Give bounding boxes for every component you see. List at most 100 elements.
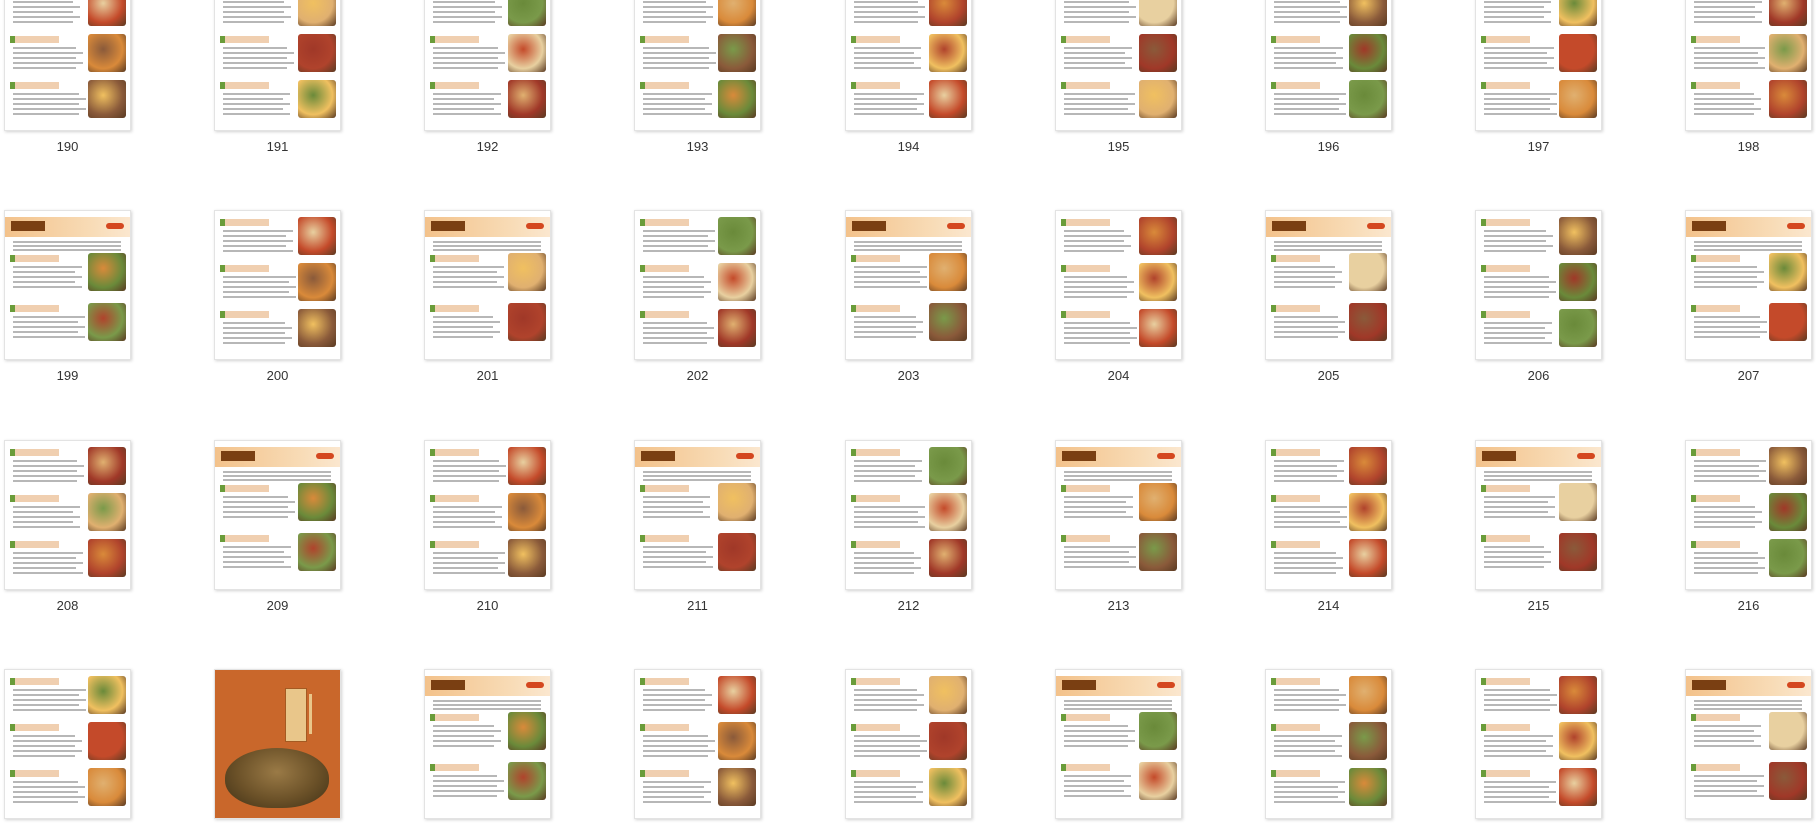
section-header-band — [1686, 217, 1811, 237]
page-preview-image[interactable] — [845, 210, 972, 360]
page-thumbnail[interactable]: 212 — [845, 440, 972, 613]
page-preview-image[interactable] — [1055, 440, 1182, 590]
page-preview-image[interactable] — [1475, 440, 1602, 590]
page-preview-image[interactable] — [845, 669, 972, 819]
recipe-text-line — [13, 276, 82, 278]
food-photo — [88, 722, 126, 760]
recipe-text-line — [1274, 62, 1336, 64]
page-thumbnail[interactable]: 196 — [1265, 0, 1392, 154]
page-preview-image[interactable] — [1055, 210, 1182, 360]
page-preview-image[interactable] — [4, 0, 131, 131]
food-photo — [1139, 34, 1177, 72]
page-thumbnail[interactable]: 205 — [1265, 210, 1392, 383]
page-thumbnail[interactable]: 204 — [1055, 210, 1182, 383]
page-preview-image[interactable] — [424, 0, 551, 131]
page-thumbnail[interactable]: 207 — [1685, 210, 1812, 383]
recipe-text-line — [1484, 103, 1557, 105]
page-preview-image[interactable] — [4, 669, 131, 819]
page-preview-image[interactable] — [214, 0, 341, 131]
page-thumbnail[interactable] — [1265, 669, 1392, 823]
page-preview-image[interactable] — [1265, 210, 1392, 360]
page-thumbnail[interactable]: 209 — [214, 440, 341, 613]
page-preview-image[interactable] — [1055, 669, 1182, 819]
food-photo — [1769, 303, 1807, 341]
page-preview-image[interactable] — [1685, 669, 1812, 819]
page-thumbnail[interactable]: 199 — [4, 210, 131, 383]
page-thumbnail[interactable] — [845, 669, 972, 823]
page-thumbnail[interactable]: 201 — [424, 210, 551, 383]
page-thumbnail[interactable] — [424, 669, 551, 823]
intro-text-line — [433, 241, 541, 243]
page-thumbnail[interactable] — [214, 669, 341, 823]
section-badge — [947, 223, 965, 229]
page-thumbnail[interactable]: 213 — [1055, 440, 1182, 613]
page-thumbnail[interactable]: 193 — [634, 0, 761, 154]
recipe-text-line — [1694, 52, 1758, 54]
food-photo — [1139, 762, 1177, 800]
page-preview-image[interactable] — [1685, 210, 1812, 360]
page-preview-image[interactable] — [634, 0, 761, 131]
page-thumbnail[interactable] — [1055, 669, 1182, 823]
page-preview-image[interactable] — [424, 669, 551, 819]
recipe-title-bar — [1061, 36, 1110, 43]
page-preview-image[interactable] — [1475, 0, 1602, 131]
recipe-text-line — [643, 786, 704, 788]
page-preview-image[interactable] — [4, 440, 131, 590]
recipe-text-line — [433, 780, 504, 782]
page-preview-image[interactable] — [214, 669, 341, 819]
page-thumbnail[interactable]: 195 — [1055, 0, 1182, 154]
page-thumbnail[interactable] — [634, 669, 761, 823]
page-preview-image[interactable] — [1265, 669, 1392, 819]
recipe-text-line — [1484, 281, 1556, 283]
food-photo — [1559, 34, 1597, 72]
page-preview-image[interactable] — [1265, 440, 1392, 590]
page-thumbnail[interactable]: 210 — [424, 440, 551, 613]
recipe-text-line — [1274, 557, 1343, 559]
page-preview-image[interactable] — [1475, 210, 1602, 360]
page-preview-image[interactable] — [634, 669, 761, 819]
page-preview-image[interactable] — [845, 0, 972, 131]
recipe-text-line — [13, 750, 82, 752]
page-thumbnail[interactable]: 211 — [634, 440, 761, 613]
page-preview-image[interactable] — [1475, 669, 1602, 819]
page-preview-image[interactable] — [1265, 0, 1392, 131]
page-preview-image[interactable] — [1055, 0, 1182, 131]
page-preview-image[interactable] — [845, 440, 972, 590]
recipe-text-line — [1484, 1, 1551, 3]
page-thumbnail[interactable]: 192 — [424, 0, 551, 154]
page-thumbnail[interactable]: 206 — [1475, 210, 1602, 383]
page-thumbnail[interactable] — [4, 669, 131, 823]
recipe-text-line — [1694, 331, 1767, 333]
page-preview-image[interactable] — [1685, 440, 1812, 590]
page-preview-image[interactable] — [424, 440, 551, 590]
recipe-text-line — [1274, 516, 1347, 518]
page-preview-image[interactable] — [1685, 0, 1812, 131]
page-thumbnail[interactable]: 215 — [1475, 440, 1602, 613]
page-preview-image[interactable] — [214, 440, 341, 590]
page-thumbnail[interactable] — [1685, 669, 1812, 823]
page-thumbnail[interactable]: 214 — [1265, 440, 1392, 613]
page-thumbnail[interactable]: 203 — [845, 210, 972, 383]
page-thumbnail[interactable]: 208 — [4, 440, 131, 613]
page-preview-image[interactable] — [4, 210, 131, 360]
page-thumbnail[interactable]: 200 — [214, 210, 341, 383]
page-thumbnail[interactable]: 191 — [214, 0, 341, 154]
page-thumbnail[interactable]: 198 — [1685, 0, 1812, 154]
page-preview-image[interactable] — [214, 210, 341, 360]
recipe-text-line — [854, 67, 921, 69]
page-thumbnail[interactable]: 194 — [845, 0, 972, 154]
cover-subtitle-strip — [309, 694, 312, 734]
page-preview-image[interactable] — [634, 210, 761, 360]
section-title-mark — [1482, 451, 1516, 461]
recipe-title-bar — [430, 714, 479, 721]
recipe-text-line — [643, 291, 711, 293]
food-photo — [718, 34, 756, 72]
page-thumbnail[interactable] — [1475, 669, 1602, 823]
page-thumbnail[interactable]: 202 — [634, 210, 761, 383]
page-preview-image[interactable] — [424, 210, 551, 360]
page-thumbnail[interactable]: 190 — [4, 0, 131, 154]
page-preview-image[interactable] — [634, 440, 761, 590]
recipe-text-line — [1484, 735, 1553, 737]
page-thumbnail[interactable]: 216 — [1685, 440, 1812, 613]
page-thumbnail[interactable]: 197 — [1475, 0, 1602, 154]
